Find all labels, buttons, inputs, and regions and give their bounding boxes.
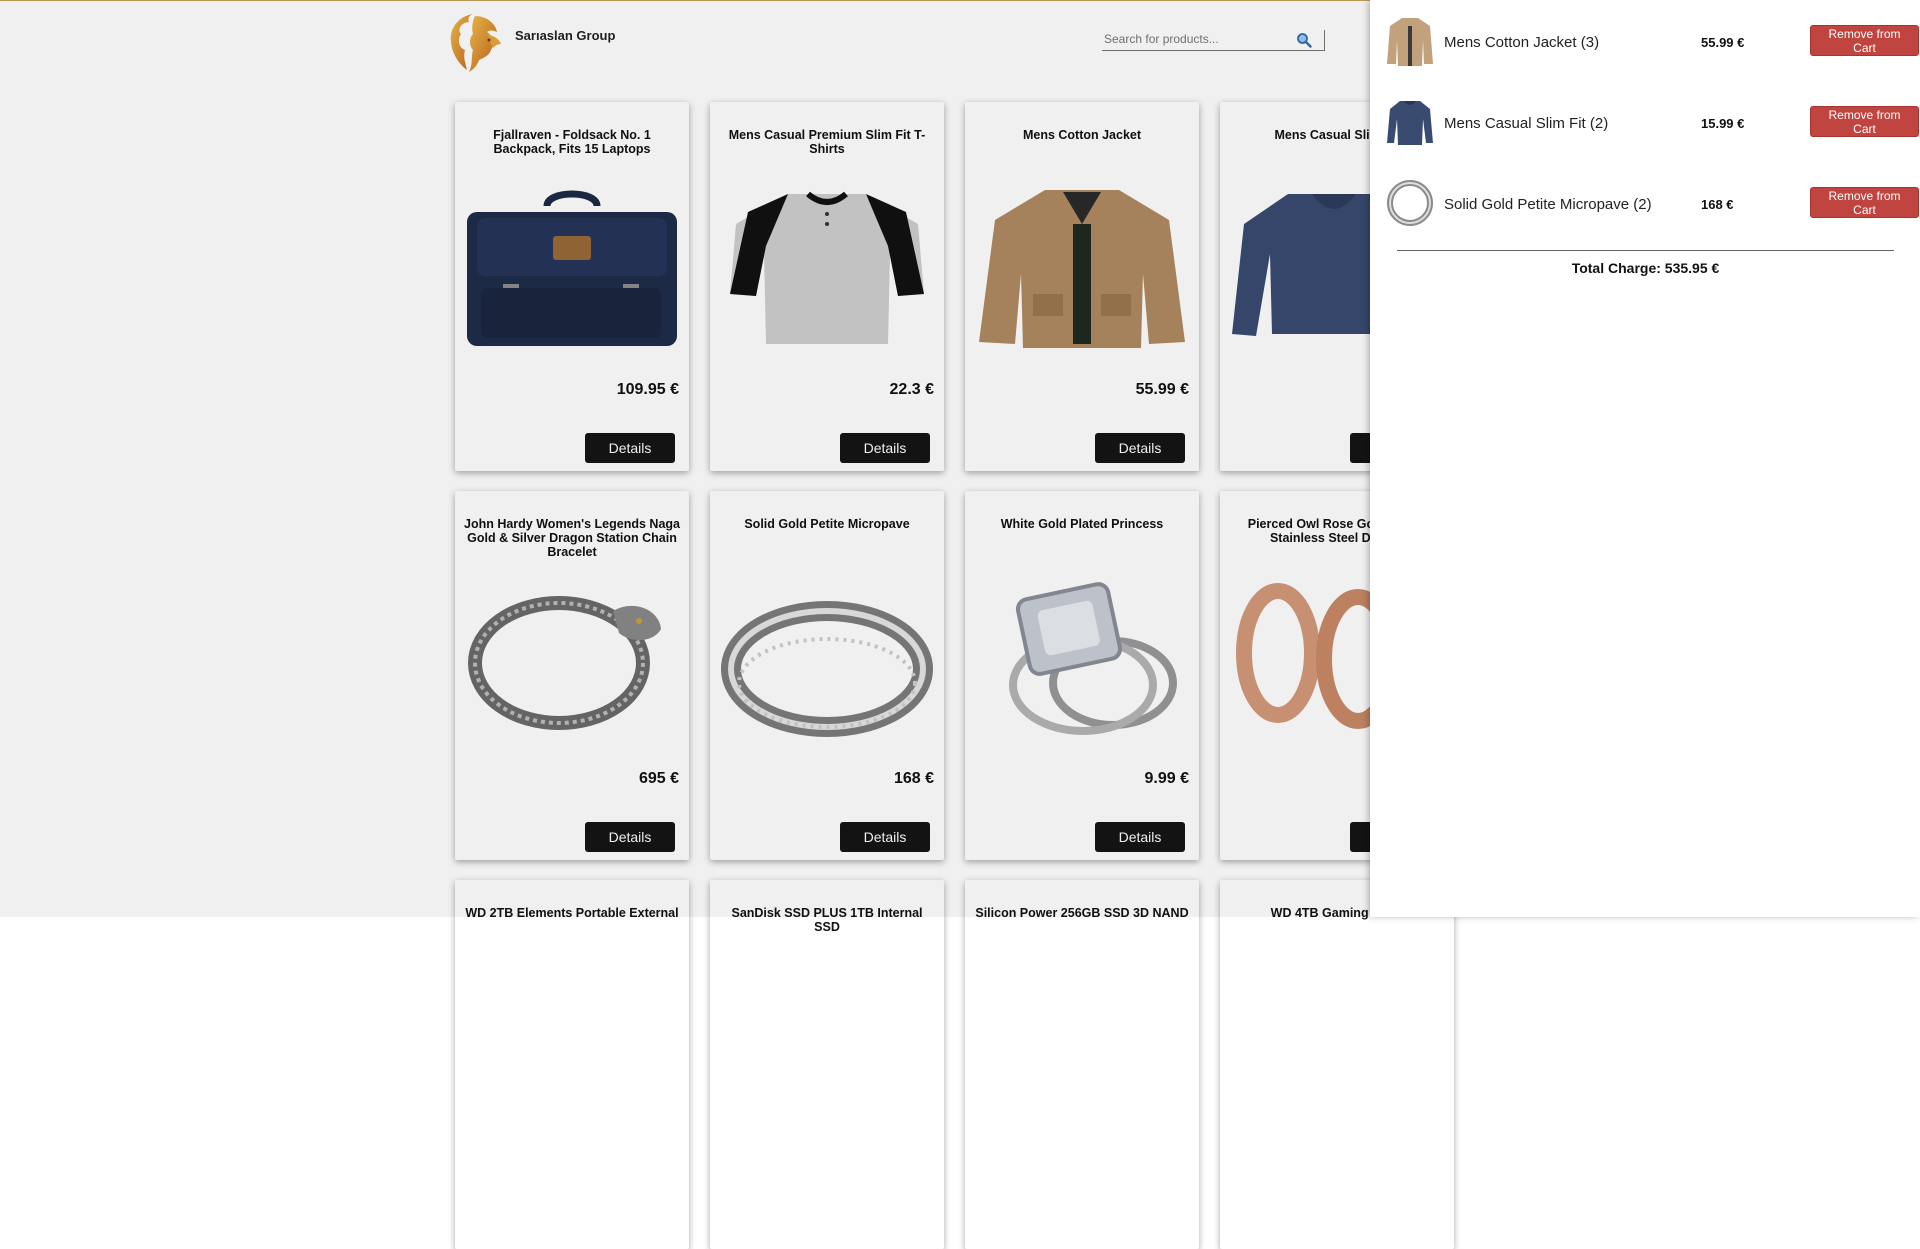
cart-panel: Mens Cotton Jacket (3) 55.99 € Remove fr… bbox=[1370, 0, 1920, 917]
jacket-thumbnail bbox=[1387, 18, 1433, 66]
cart-item: Mens Casual Slim Fit (2) 15.99 € Remove … bbox=[1386, 97, 1919, 151]
product-card: WD 2TB Elements Portable External bbox=[455, 880, 689, 1249]
cart-item-name: Solid Gold Petite Micropave (2) bbox=[1444, 196, 1652, 213]
cart-item: Solid Gold Petite Micropave (2) 168 € Re… bbox=[1386, 178, 1919, 232]
longsleeve-thumbnail bbox=[1387, 101, 1433, 145]
remove-from-cart-button[interactable]: Remove from Cart bbox=[1810, 187, 1919, 218]
cart-item-price: 168 € bbox=[1701, 197, 1734, 212]
product-card: WD 4TB Gaming Drive bbox=[1220, 880, 1454, 1249]
cart-divider bbox=[1397, 250, 1894, 251]
product-card: Silicon Power 256GB SSD 3D NAND bbox=[965, 880, 1199, 1249]
cart-item-name: Mens Cotton Jacket (3) bbox=[1444, 34, 1600, 51]
remove-from-cart-button[interactable]: Remove from Cart bbox=[1810, 25, 1919, 56]
cart-item-price: 55.99 € bbox=[1701, 35, 1745, 50]
remove-from-cart-button[interactable]: Remove from Cart bbox=[1810, 106, 1919, 137]
page-dim-overlay[interactable] bbox=[0, 0, 1370, 917]
cart-item-price: 15.99 € bbox=[1701, 116, 1745, 131]
cart-item-name: Mens Casual Slim Fit (2) bbox=[1444, 115, 1609, 132]
product-card: SanDisk SSD PLUS 1TB Internal SSD bbox=[710, 880, 944, 1249]
ring-thumbnail bbox=[1387, 180, 1433, 226]
cart-total: Total Charge: 535.95 € bbox=[1571, 260, 1720, 276]
cart-item: Mens Cotton Jacket (3) 55.99 € Remove fr… bbox=[1386, 16, 1919, 70]
